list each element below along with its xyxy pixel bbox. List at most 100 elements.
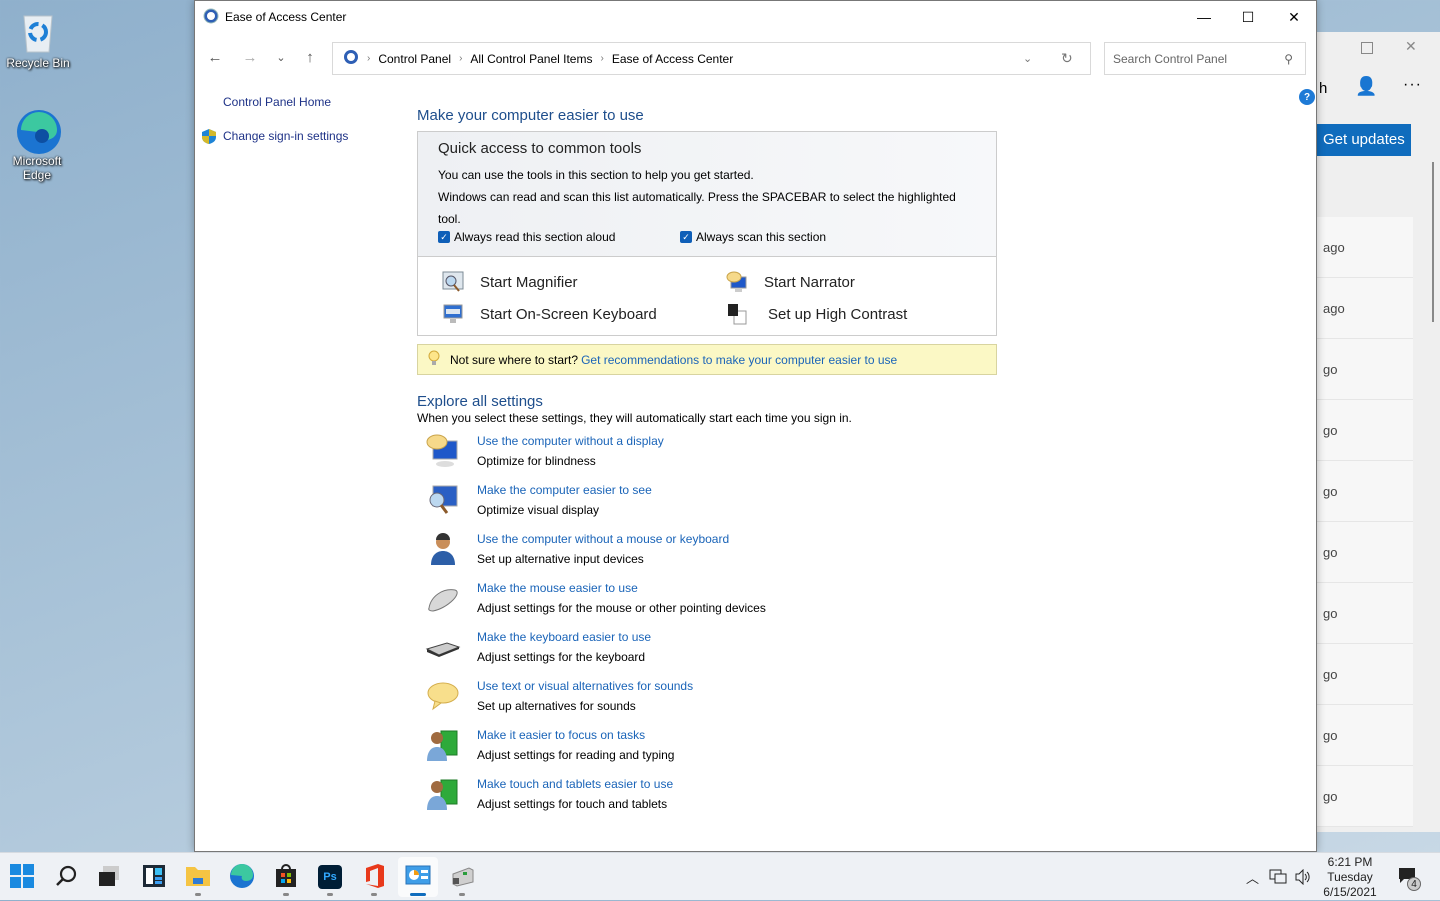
device-manager-button[interactable] [442, 857, 482, 897]
search-icon[interactable]: ⚲ [1284, 52, 1293, 66]
quick-access-title: Quick access to common tools [438, 140, 642, 157]
show-hidden-icons-button[interactable]: ︿ [1246, 853, 1259, 901]
control-panel-button[interactable] [398, 857, 438, 897]
store-button[interactable] [266, 857, 306, 897]
start-magnifier-button[interactable]: Start Magnifier [442, 271, 726, 293]
office-icon [362, 863, 386, 892]
edge-icon [15, 108, 61, 154]
setting-item: Use the computer without a mouse or keyb… [417, 531, 997, 580]
widgets-icon [142, 864, 166, 891]
list-item[interactable]: go [1317, 339, 1413, 400]
shield-icon [202, 129, 216, 147]
minimize-button[interactable]: — [1181, 1, 1227, 33]
setting-link[interactable]: Make the mouse easier to use [477, 580, 766, 597]
help-button[interactable]: ? [1299, 89, 1315, 105]
search-input[interactable]: Search Control Panel ⚲ [1104, 42, 1306, 75]
file-explorer-button[interactable] [178, 857, 218, 897]
tool-label: Start Magnifier [480, 273, 578, 291]
breadcrumb-current[interactable]: Ease of Access Center [612, 52, 733, 66]
task-view-button[interactable] [89, 857, 129, 897]
setting-item: Make the computer easier to see Optimize … [417, 482, 997, 531]
search-button[interactable] [46, 857, 86, 897]
keyboard-icon [425, 629, 461, 665]
active-indicator [410, 893, 426, 896]
add-profile-icon[interactable]: 👤 [1355, 76, 1377, 97]
read-aloud-checkbox[interactable]: ✓ Always read this section aloud [438, 230, 680, 244]
list-item[interactable]: go [1317, 766, 1413, 827]
running-indicator [459, 893, 465, 896]
list-item[interactable]: go [1317, 583, 1413, 644]
scrollbar[interactable] [1432, 162, 1434, 322]
checkbox-checked-icon: ✓ [438, 231, 450, 243]
maximize-button[interactable]: ☐ [1225, 1, 1271, 33]
setting-item: Use text or visual alternatives for soun… [417, 678, 997, 727]
network-icon[interactable] [1269, 853, 1287, 901]
mouse-icon [425, 580, 461, 616]
maximize-icon[interactable] [1361, 42, 1373, 54]
office-button[interactable] [354, 857, 394, 897]
breadcrumb-control-panel[interactable]: Control Panel [378, 52, 451, 66]
tool-label: Start On-Screen Keyboard [480, 305, 657, 323]
list-item[interactable]: go [1317, 644, 1413, 705]
recycle-bin-icon [16, 10, 60, 54]
list-item[interactable]: ago [1317, 217, 1413, 278]
sidebar-item-change-sign-in-settings[interactable]: Change sign-in settings [195, 129, 415, 144]
set-up-high-contrast-button[interactable]: Set up High Contrast [726, 303, 976, 325]
main-content: Make your computer easier to use Quick a… [417, 107, 997, 825]
tool-label: Start Narrator [764, 273, 855, 291]
address-dropdown-icon[interactable]: ⌄ [1023, 52, 1032, 65]
setting-link[interactable]: Use the computer without a display [477, 433, 664, 450]
setting-link[interactable]: Use text or visual alternatives for soun… [477, 678, 693, 695]
desktop-icon-recycle-bin[interactable]: Recycle Bin [0, 10, 76, 70]
ease-of-access-icon [343, 49, 359, 68]
start-on-screen-keyboard-button[interactable]: Start On-Screen Keyboard [442, 303, 726, 325]
photoshop-button[interactable]: Ps [310, 857, 350, 897]
sidebar: Control Panel Home Change sign-in settin… [195, 95, 415, 144]
magnifier-monitor-icon [425, 482, 461, 518]
volume-icon[interactable] [1294, 853, 1312, 901]
widgets-button[interactable] [134, 857, 174, 897]
list-item[interactable]: go [1317, 400, 1413, 461]
clock[interactable]: 6:21 PM Tuesday 6/15/2021 [1318, 855, 1382, 900]
background-browser-window[interactable]: ✕ h 👤 ··· Get updates ago ago go go go go go go… [1316, 32, 1440, 832]
list-item[interactable]: go [1317, 705, 1413, 766]
breadcrumb-separator: › [367, 53, 371, 64]
close-icon[interactable]: ✕ [1405, 38, 1417, 55]
setting-item: Make the keyboard easier to use Adjust se… [417, 629, 997, 678]
forward-button[interactable]: → [238, 45, 262, 69]
sidebar-item-label: Change sign-in settings [223, 129, 349, 143]
breadcrumb-separator: › [600, 53, 604, 64]
setting-link[interactable]: Make it easier to focus on tasks [477, 727, 674, 744]
notification-center-button[interactable]: 4 [1398, 853, 1421, 901]
more-options-icon[interactable]: ··· [1403, 76, 1422, 94]
tool-label: Set up High Contrast [768, 305, 908, 323]
setting-link[interactable]: Use the computer without a mouse or keyb… [477, 531, 729, 548]
get-updates-button[interactable]: Get updates [1317, 124, 1411, 156]
keyboard-icon [442, 303, 464, 325]
close-button[interactable]: ✕ [1271, 1, 1317, 33]
title-bar[interactable]: Ease of Access Center — ☐ ✕ [195, 1, 1316, 33]
start-button[interactable] [2, 857, 42, 897]
list-item[interactable]: ago [1317, 278, 1413, 339]
back-button[interactable]: ← [203, 45, 227, 69]
setting-item: Make the mouse easier to use Adjust setti… [417, 580, 997, 629]
list-item[interactable]: go [1317, 461, 1413, 522]
setting-link[interactable]: Make the keyboard easier to use [477, 629, 651, 646]
setting-description: Optimize visual display [477, 503, 600, 517]
breadcrumb-all-items[interactable]: All Control Panel Items [470, 52, 592, 66]
start-narrator-button[interactable]: Start Narrator [726, 271, 976, 293]
ease-of-access-window: Ease of Access Center — ☐ ✕ ← → ⌄ ↑ › Co… [194, 0, 1317, 852]
setting-link[interactable]: Make touch and tablets easier to use [477, 776, 673, 793]
edge-button[interactable] [222, 857, 262, 897]
get-recommendations-link[interactable]: Get recommendations to make your compute… [581, 353, 897, 367]
up-button[interactable]: ↑ [298, 45, 322, 69]
list-item[interactable]: go [1317, 522, 1413, 583]
scan-section-checkbox[interactable]: ✓ Always scan this section [680, 230, 826, 244]
desktop-icon-edge[interactable]: Microsoft Edge [0, 108, 74, 182]
refresh-icon[interactable]: ↻ [1061, 50, 1073, 67]
address-bar[interactable]: › Control Panel › All Control Panel Item… [332, 42, 1091, 75]
setting-link[interactable]: Make the computer easier to see [477, 482, 652, 499]
recent-locations-button[interactable]: ⌄ [269, 45, 293, 69]
sidebar-item-control-panel-home[interactable]: Control Panel Home [195, 95, 415, 109]
taskbar: Ps ︿ 6:21 PM Tuesday 6/15/2021 4 [0, 852, 1440, 900]
